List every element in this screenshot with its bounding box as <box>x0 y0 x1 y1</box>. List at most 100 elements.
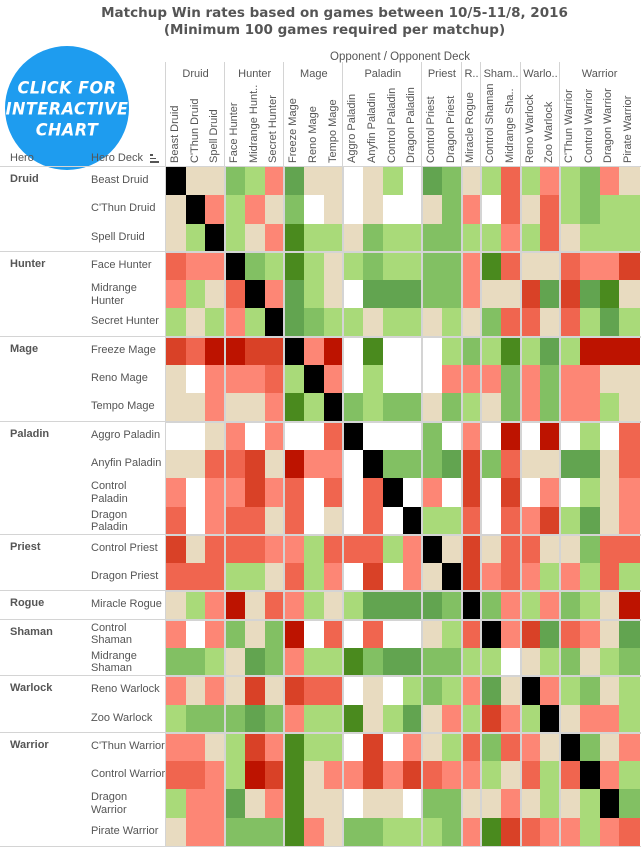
heatmap-cell[interactable] <box>205 789 226 819</box>
heatmap-cell[interactable] <box>323 308 344 338</box>
heatmap-cell[interactable] <box>540 704 561 734</box>
heatmap-cell[interactable] <box>540 619 561 649</box>
heatmap-cell[interactable] <box>205 393 226 423</box>
heatmap-cell[interactable] <box>225 789 246 819</box>
heatmap-cell[interactable] <box>402 195 423 225</box>
heatmap-cell[interactable] <box>520 308 542 338</box>
heatmap-cell[interactable] <box>481 251 502 281</box>
heatmap-cell[interactable] <box>520 280 542 310</box>
heatmap-cell[interactable] <box>382 167 404 196</box>
heatmap-cell[interactable] <box>382 223 404 253</box>
heatmap-cell[interactable] <box>303 449 325 479</box>
heatmap-cell[interactable] <box>501 167 522 196</box>
heatmap-cell[interactable] <box>501 223 522 253</box>
heatmap-cell[interactable] <box>244 563 266 592</box>
heatmap-cell[interactable] <box>599 308 620 338</box>
heatmap-cell[interactable] <box>363 336 384 366</box>
heatmap-cell[interactable] <box>520 534 542 564</box>
heatmap-cell[interactable] <box>382 619 404 649</box>
heatmap-cell[interactable] <box>481 817 502 847</box>
heatmap-cell[interactable] <box>619 393 640 423</box>
heatmap-cell[interactable] <box>461 195 482 225</box>
heatmap-cell[interactable] <box>520 251 542 281</box>
heatmap-cell[interactable] <box>441 280 463 310</box>
heatmap-cell[interactable] <box>303 591 325 621</box>
heatmap-cell[interactable] <box>501 393 522 423</box>
heatmap-cell[interactable] <box>205 619 226 649</box>
heatmap-cell[interactable] <box>382 251 404 281</box>
heatmap-cell[interactable] <box>520 761 542 791</box>
heatmap-cell[interactable] <box>540 251 561 281</box>
heatmap-cell[interactable] <box>166 421 187 451</box>
heatmap-cell[interactable] <box>402 647 423 677</box>
heatmap-cell[interactable] <box>166 449 187 479</box>
heatmap-cell[interactable] <box>441 195 463 225</box>
heatmap-cell[interactable] <box>441 251 463 281</box>
heatmap-cell[interactable] <box>422 393 443 423</box>
heatmap-cell[interactable] <box>382 308 404 338</box>
heatmap-cell[interactable] <box>540 336 561 366</box>
heatmap-cell[interactable] <box>225 365 246 394</box>
heatmap-cell[interactable] <box>481 280 502 310</box>
heatmap-cell[interactable] <box>422 591 443 621</box>
heatmap-cell[interactable] <box>166 591 187 621</box>
heatmap-cell[interactable] <box>402 449 423 479</box>
heatmap-cell[interactable] <box>501 761 522 791</box>
heatmap-cell[interactable] <box>284 167 305 196</box>
heatmap-cell[interactable] <box>422 478 443 508</box>
heatmap-cell[interactable] <box>599 761 620 791</box>
heatmap-cell[interactable] <box>560 534 581 564</box>
heatmap-cell[interactable] <box>205 704 226 734</box>
heatmap-cell[interactable] <box>166 676 187 706</box>
heatmap-cell[interactable] <box>382 421 404 451</box>
heatmap-cell[interactable] <box>303 308 325 338</box>
heatmap-cell[interactable] <box>540 676 561 706</box>
heatmap-cell[interactable] <box>599 563 620 592</box>
heatmap-cell[interactable] <box>205 647 226 677</box>
heatmap-cell[interactable] <box>599 506 620 536</box>
heatmap-cell[interactable] <box>363 732 384 762</box>
heatmap-cell[interactable] <box>520 478 542 508</box>
heatmap-cell[interactable] <box>284 761 305 791</box>
heatmap-cell[interactable] <box>422 336 443 366</box>
heatmap-cell[interactable] <box>501 195 522 225</box>
heatmap-cell[interactable] <box>303 223 325 253</box>
heatmap-cell[interactable] <box>185 676 206 706</box>
heatmap-cell[interactable] <box>441 676 463 706</box>
heatmap-cell[interactable] <box>284 478 305 508</box>
heatmap-cell[interactable] <box>303 280 325 310</box>
heatmap-cell[interactable] <box>501 704 522 734</box>
heatmap-cell[interactable] <box>441 647 463 677</box>
heatmap-cell[interactable] <box>185 223 206 253</box>
heatmap-cell[interactable] <box>461 789 482 819</box>
heatmap-cell[interactable] <box>205 336 226 366</box>
heatmap-cell[interactable] <box>363 817 384 847</box>
heatmap-cell[interactable] <box>185 534 206 564</box>
heatmap-cell[interactable] <box>303 789 325 819</box>
heatmap-cell[interactable] <box>185 619 206 649</box>
heatmap-cell[interactable] <box>422 817 443 847</box>
heatmap-cell[interactable] <box>520 195 542 225</box>
heatmap-cell[interactable] <box>185 789 206 819</box>
heatmap-cell[interactable] <box>343 676 364 706</box>
heatmap-cell[interactable] <box>402 817 423 847</box>
heatmap-cell[interactable] <box>402 619 423 649</box>
heatmap-cell[interactable] <box>422 449 443 479</box>
heatmap-cell[interactable] <box>205 280 226 310</box>
heatmap-cell[interactable] <box>540 421 561 451</box>
heatmap-cell[interactable] <box>244 308 266 338</box>
heatmap-cell[interactable] <box>501 563 522 592</box>
heatmap-cell[interactable] <box>225 478 246 508</box>
heatmap-cell[interactable] <box>461 647 482 677</box>
heatmap-cell[interactable] <box>264 506 285 536</box>
heatmap-cell[interactable] <box>185 251 206 281</box>
heatmap-cell[interactable] <box>481 478 502 508</box>
heatmap-cell[interactable] <box>619 591 640 621</box>
heatmap-cell[interactable] <box>264 647 285 677</box>
heatmap-cell[interactable] <box>382 280 404 310</box>
heatmap-cell[interactable] <box>323 647 344 677</box>
heatmap-cell[interactable] <box>402 478 423 508</box>
heatmap-cell[interactable] <box>560 704 581 734</box>
heatmap-cell[interactable] <box>205 676 226 706</box>
heatmap-cell[interactable] <box>225 619 246 649</box>
